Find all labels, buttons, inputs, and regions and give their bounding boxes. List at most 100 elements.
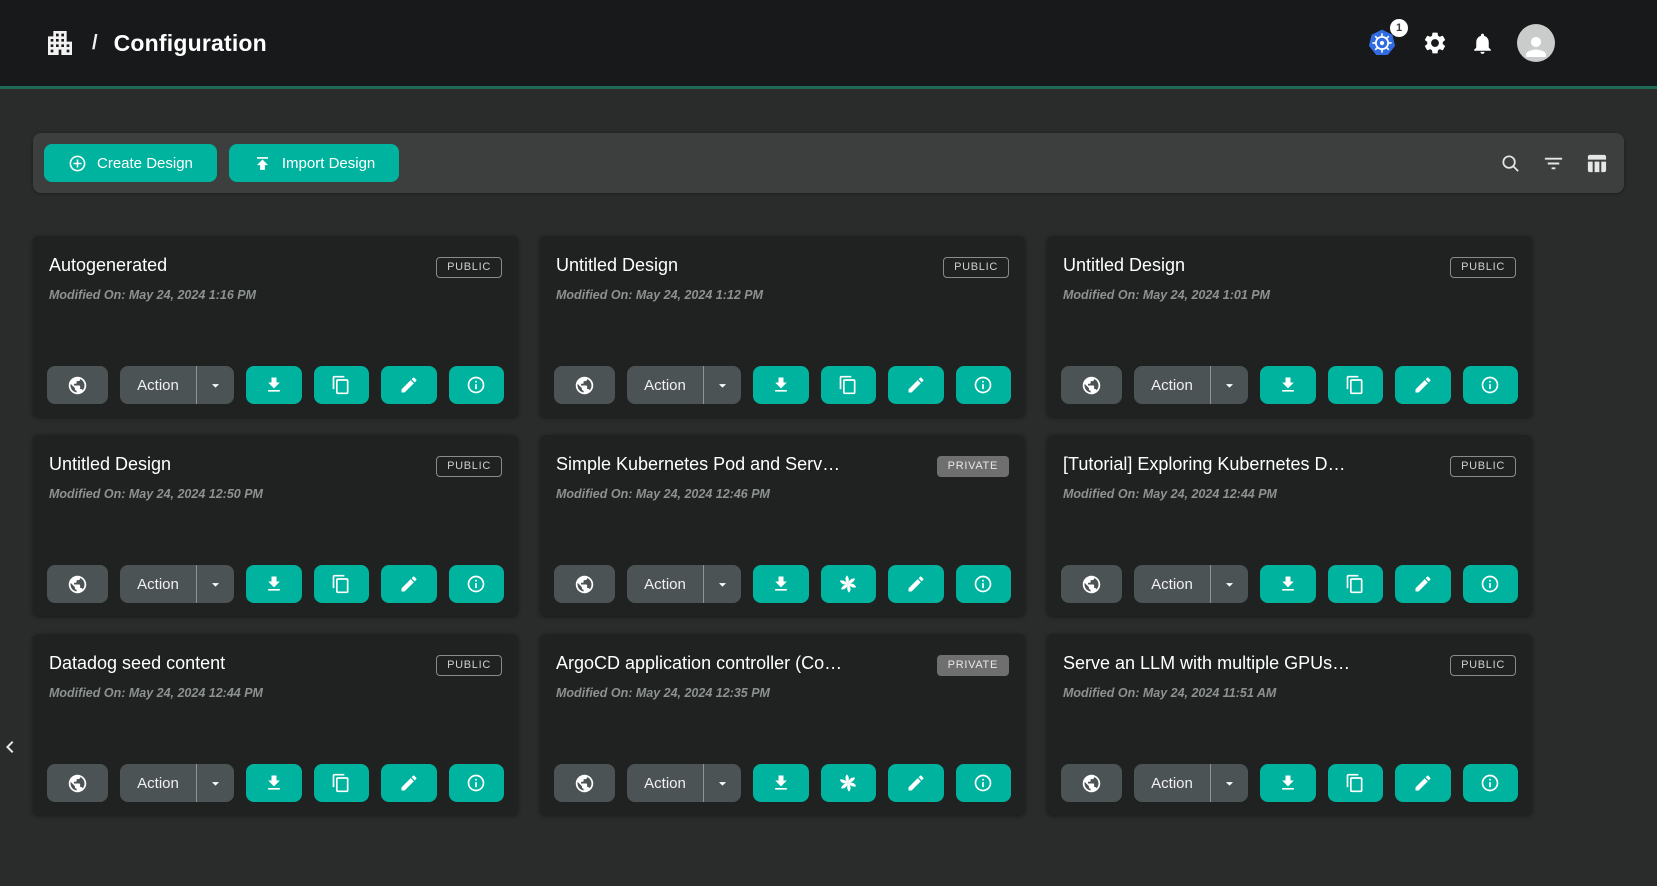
design-card[interactable]: [Tutorial] Exploring Kubernetes D… PUBLI… [1047, 435, 1532, 616]
visibility-badge: PUBLIC [943, 257, 1009, 278]
info-button[interactable] [956, 764, 1012, 802]
visibility-button[interactable] [554, 366, 615, 404]
design-swirl-button[interactable] [821, 764, 877, 802]
edit-button[interactable] [381, 366, 437, 404]
download-button[interactable] [246, 764, 302, 802]
globe-icon [574, 574, 595, 595]
info-button[interactable] [449, 565, 505, 603]
drawer-collapse-button[interactable] [0, 731, 22, 763]
chevron-down-icon [1221, 576, 1238, 593]
design-card[interactable]: Simple Kubernetes Pod and Serv… PRIVATE … [540, 435, 1025, 616]
design-card[interactable]: Untitled Design PUBLIC Modified On: May … [540, 236, 1025, 417]
clone-button[interactable] [314, 764, 370, 802]
action-split-button[interactable]: Action [1134, 565, 1248, 603]
download-button[interactable] [753, 366, 809, 404]
action-split-button[interactable]: Action [627, 565, 741, 603]
action-split-button[interactable]: Action [120, 764, 234, 802]
download-button[interactable] [246, 366, 302, 404]
action-dropdown-button[interactable] [704, 775, 741, 792]
card-header: Datadog seed content PUBLIC [49, 653, 502, 676]
visibility-button[interactable] [554, 764, 615, 802]
visibility-button[interactable] [554, 565, 615, 603]
table-view-button[interactable] [1585, 152, 1608, 175]
action-dropdown-button[interactable] [197, 377, 234, 394]
action-label: Action [1134, 576, 1210, 593]
action-dropdown-button[interactable] [1211, 775, 1248, 792]
action-dropdown-button[interactable] [704, 377, 741, 394]
design-swirl-button[interactable] [821, 565, 877, 603]
user-avatar[interactable] [1517, 24, 1555, 62]
edit-button[interactable] [888, 565, 944, 603]
pencil-icon [399, 773, 419, 793]
action-split-button[interactable]: Action [627, 764, 741, 802]
design-card[interactable]: Untitled Design PUBLIC Modified On: May … [1047, 236, 1532, 417]
action-split-button[interactable]: Action [627, 366, 741, 404]
info-button[interactable] [449, 366, 505, 404]
download-button[interactable] [753, 764, 809, 802]
info-button[interactable] [956, 366, 1012, 404]
action-dropdown-button[interactable] [704, 576, 741, 593]
gear-icon [1422, 30, 1448, 56]
info-button[interactable] [1463, 565, 1519, 603]
building-icon [44, 27, 76, 59]
download-button[interactable] [1260, 565, 1316, 603]
design-card[interactable]: Untitled Design PUBLIC Modified On: May … [33, 435, 518, 616]
edit-button[interactable] [1395, 764, 1451, 802]
action-split-button[interactable]: Action [1134, 764, 1248, 802]
add-circle-icon [68, 154, 87, 173]
action-label: Action [627, 775, 703, 792]
visibility-button[interactable] [47, 764, 108, 802]
clone-button[interactable] [314, 565, 370, 603]
card-actions: Action [1061, 764, 1518, 802]
edit-button[interactable] [888, 764, 944, 802]
chevron-down-icon [714, 576, 731, 593]
card-actions: Action [47, 565, 504, 603]
download-button[interactable] [1260, 764, 1316, 802]
edit-button[interactable] [1395, 366, 1451, 404]
action-dropdown-button[interactable] [1211, 576, 1248, 593]
action-split-button[interactable]: Action [120, 565, 234, 603]
edit-button[interactable] [1395, 565, 1451, 603]
search-button[interactable] [1499, 152, 1522, 175]
download-button[interactable] [246, 565, 302, 603]
action-dropdown-button[interactable] [197, 576, 234, 593]
chevron-down-icon [714, 377, 731, 394]
visibility-button[interactable] [1061, 764, 1122, 802]
clone-button[interactable] [314, 366, 370, 404]
clone-button[interactable] [1328, 565, 1384, 603]
visibility-button[interactable] [1061, 565, 1122, 603]
design-card[interactable]: Autogenerated PUBLIC Modified On: May 24… [33, 236, 518, 417]
action-dropdown-button[interactable] [1211, 377, 1248, 394]
filter-button[interactable] [1542, 152, 1565, 175]
clone-button[interactable] [1328, 366, 1384, 404]
create-design-button[interactable]: Create Design [44, 144, 217, 182]
edit-button[interactable] [888, 366, 944, 404]
design-card[interactable]: Serve an LLM with multiple GPUs… PUBLIC … [1047, 634, 1532, 815]
download-button[interactable] [1260, 366, 1316, 404]
notifications-button[interactable] [1470, 31, 1495, 56]
action-dropdown-button[interactable] [197, 775, 234, 792]
info-button[interactable] [449, 764, 505, 802]
edit-button[interactable] [381, 565, 437, 603]
info-button[interactable] [1463, 366, 1519, 404]
pencil-icon [906, 773, 926, 793]
info-icon [973, 574, 993, 594]
import-design-button[interactable]: Import Design [229, 144, 399, 182]
action-split-button[interactable]: Action [1134, 366, 1248, 404]
clone-button[interactable] [821, 366, 877, 404]
download-icon [771, 574, 791, 594]
action-split-button[interactable]: Action [120, 366, 234, 404]
clone-button[interactable] [1328, 764, 1384, 802]
info-button[interactable] [956, 565, 1012, 603]
design-card[interactable]: Datadog seed content PUBLIC Modified On:… [33, 634, 518, 815]
download-button[interactable] [753, 565, 809, 603]
edit-button[interactable] [381, 764, 437, 802]
design-card[interactable]: ArgoCD application controller (Co… PRIVA… [540, 634, 1025, 815]
info-button[interactable] [1463, 764, 1519, 802]
settings-button[interactable] [1422, 30, 1448, 56]
action-label: Action [627, 576, 703, 593]
visibility-button[interactable] [47, 565, 108, 603]
visibility-button[interactable] [1061, 366, 1122, 404]
kubernetes-context-button[interactable]: 1 [1366, 27, 1400, 59]
visibility-button[interactable] [47, 366, 108, 404]
